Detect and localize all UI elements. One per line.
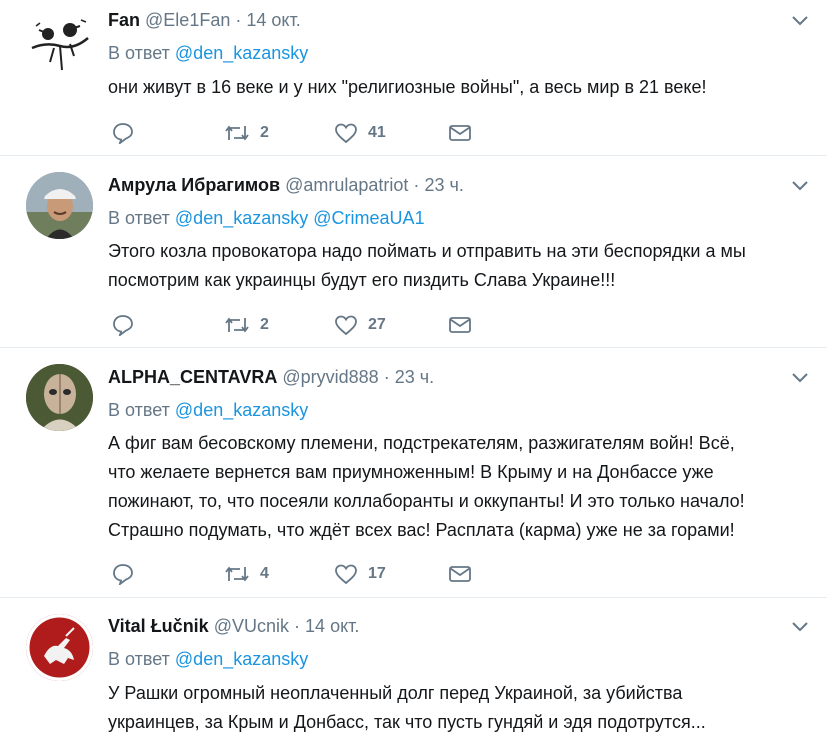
timestamp[interactable]: 14 окт. bbox=[305, 616, 359, 636]
user-name[interactable]: Fan bbox=[108, 10, 140, 30]
reply-button[interactable] bbox=[112, 121, 134, 145]
separator-dot: · bbox=[413, 175, 420, 195]
envelope-icon bbox=[449, 125, 471, 141]
like-count: 27 bbox=[368, 316, 386, 333]
reply-prefix: В ответ bbox=[108, 400, 170, 420]
like-button[interactable]: 41 bbox=[334, 121, 386, 145]
tweet-header: ALPHA_CENTAVRA @pryvid888 · 23 ч. bbox=[108, 366, 434, 388]
reply-prefix: В ответ bbox=[108, 649, 170, 669]
separator-dot: · bbox=[294, 616, 301, 636]
reply-icon bbox=[113, 123, 133, 144]
mention-link[interactable]: @den_kazansky bbox=[175, 649, 308, 669]
reply-context: В ответ @den_kazansky bbox=[108, 42, 308, 64]
retweet-button[interactable]: 2 bbox=[224, 121, 269, 145]
reply-context: В ответ @den_kazansky @CrimeaUA1 bbox=[108, 207, 425, 229]
tweet[interactable]: Fan @Ele1Fan · 14 окт. В ответ @den_kaza… bbox=[0, 0, 827, 156]
avatar[interactable] bbox=[26, 8, 93, 75]
chevron-down-icon[interactable] bbox=[790, 371, 810, 385]
retweet-button[interactable]: 4 bbox=[224, 562, 269, 586]
like-count: 41 bbox=[368, 124, 386, 141]
tweet-actions: 4 17 bbox=[108, 562, 488, 586]
user-handle[interactable]: @amrulapatriot bbox=[285, 175, 408, 195]
direct-message-button[interactable] bbox=[448, 313, 472, 337]
user-handle[interactable]: @VUcnik bbox=[214, 616, 289, 636]
user-handle[interactable]: @pryvid888 bbox=[282, 367, 378, 387]
avatar[interactable] bbox=[26, 614, 93, 681]
user-handle[interactable]: @Ele1Fan bbox=[145, 10, 230, 30]
tweet-header: Амрула Ибрагимов @amrulapatriot · 23 ч. bbox=[108, 174, 464, 196]
tweet-actions: 2 27 bbox=[108, 313, 488, 337]
tweet-text-line: они живут в 16 веке и у них "религиозные… bbox=[108, 77, 707, 97]
reply-button[interactable] bbox=[112, 313, 134, 337]
like-button[interactable]: 27 bbox=[334, 313, 386, 337]
tweet-text-line: У Рашки огромный неоплаченный долг перед… bbox=[108, 683, 683, 703]
retweet-count: 2 bbox=[260, 124, 269, 141]
chevron-down-icon[interactable] bbox=[790, 14, 810, 28]
chevron-down-icon[interactable] bbox=[790, 179, 810, 193]
tweet-text-line: А фиг вам бесовскому племени, подстрекат… bbox=[108, 433, 735, 453]
user-name[interactable]: ALPHA_CENTAVRA bbox=[108, 367, 277, 387]
mention-link[interactable]: @den_kazansky bbox=[175, 400, 308, 420]
timestamp[interactable]: 14 окт. bbox=[246, 10, 300, 30]
reply-prefix: В ответ bbox=[108, 43, 170, 63]
separator-dot: · bbox=[235, 10, 242, 30]
reply-button[interactable] bbox=[112, 562, 134, 586]
reply-icon bbox=[113, 564, 133, 585]
birds-on-branch-icon bbox=[31, 19, 89, 71]
chevron-down-icon[interactable] bbox=[790, 620, 810, 634]
tweet[interactable]: ALPHA_CENTAVRA @pryvid888 · 23 ч. В отве… bbox=[0, 348, 827, 598]
timestamp[interactable]: 23 ч. bbox=[395, 367, 434, 387]
man-in-cap-photo-icon bbox=[26, 172, 93, 239]
tweet-actions: 2 41 bbox=[108, 121, 488, 145]
tweet[interactable]: Vital Łučnik @VUcnik · 14 окт. В ответ @… bbox=[0, 598, 827, 753]
avatar[interactable] bbox=[26, 364, 93, 431]
retweet-count: 4 bbox=[260, 565, 269, 582]
tweet-text-line: Этого козла провокатора надо поймать и о… bbox=[108, 241, 746, 261]
like-count: 17 bbox=[368, 565, 386, 582]
retweet-icon bbox=[225, 125, 249, 141]
retweet-icon bbox=[225, 566, 249, 582]
reply-context: В ответ @den_kazansky bbox=[108, 648, 308, 670]
tweet-text-line: украинцев, за Крым и Донбасс, так что пу… bbox=[108, 712, 706, 732]
envelope-icon bbox=[449, 566, 471, 582]
retweet-count: 2 bbox=[260, 316, 269, 333]
retweet-button[interactable]: 2 bbox=[224, 313, 269, 337]
tweet-text-line: что желаете вернется вам приумноженным! … bbox=[108, 462, 714, 482]
separator-dot: · bbox=[383, 367, 390, 387]
heart-icon bbox=[335, 315, 357, 336]
pahonia-emblem-icon bbox=[26, 614, 93, 681]
tweet-text-line: посмотрим как украинцы будут его пиздить… bbox=[108, 270, 616, 290]
reply-icon bbox=[113, 315, 133, 336]
mention-link[interactable]: @den_kazansky bbox=[175, 43, 308, 63]
like-button[interactable]: 17 bbox=[334, 562, 386, 586]
user-name[interactable]: Vital Łučnik bbox=[108, 616, 209, 636]
mention-link[interactable]: @den_kazansky bbox=[175, 208, 308, 228]
tweet-text: они живут в 16 веке и у них "религиозные… bbox=[108, 73, 808, 102]
tweet-header: Vital Łučnik @VUcnik · 14 окт. bbox=[108, 615, 359, 637]
reply-context: В ответ @den_kazansky bbox=[108, 399, 308, 421]
tweet-text-line: Страшно подумать, что ждёт всех вас! Рас… bbox=[108, 520, 735, 540]
timestamp[interactable]: 23 ч. bbox=[424, 175, 463, 195]
avatar[interactable] bbox=[26, 172, 93, 239]
tweet[interactable]: Амрула Ибрагимов @amrulapatriot · 23 ч. … bbox=[0, 156, 827, 348]
retweet-icon bbox=[225, 317, 249, 333]
user-name[interactable]: Амрула Ибрагимов bbox=[108, 175, 280, 195]
tweet-text: У Рашки огромный неоплаченный долг перед… bbox=[108, 679, 808, 737]
tweet-text-line: пожинают, то, что посеяли коллаборанты и… bbox=[108, 491, 745, 511]
tweet-text: Этого козла провокатора надо поймать и о… bbox=[108, 237, 808, 295]
direct-message-button[interactable] bbox=[448, 562, 472, 586]
tweet-header: Fan @Ele1Fan · 14 окт. bbox=[108, 9, 301, 31]
tweet-text: А фиг вам бесовскому племени, подстрекат… bbox=[108, 429, 808, 545]
heart-icon bbox=[335, 564, 357, 585]
mention-link[interactable]: @CrimeaUA1 bbox=[313, 208, 424, 228]
alien-face-photo-icon bbox=[26, 364, 93, 431]
heart-icon bbox=[335, 123, 357, 144]
envelope-icon bbox=[449, 317, 471, 333]
reply-prefix: В ответ bbox=[108, 208, 170, 228]
direct-message-button[interactable] bbox=[448, 121, 472, 145]
